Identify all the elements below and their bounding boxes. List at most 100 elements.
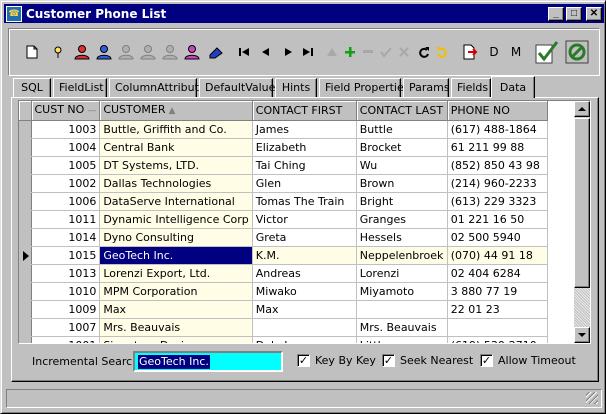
d-button[interactable]: D (485, 43, 503, 61)
cell-contact-last[interactable]: Little (356, 336, 448, 343)
column-header-contact-last[interactable]: CONTACT LAST (356, 101, 448, 121)
table-row[interactable]: 1003 Buttle, Griffith and Co. James Buttle(… (19, 120, 548, 139)
cell-contact-first[interactable]: Elizabeth (252, 138, 357, 157)
cell-contact-last[interactable]: Hessels (356, 228, 448, 247)
table-row[interactable]: 1006 DataServe International Tomas The Tra… (19, 192, 548, 211)
cell-contact-last[interactable]: Miyamoto (356, 282, 448, 301)
row-indicator[interactable] (19, 138, 32, 157)
cell-cust-no[interactable]: 1013 (31, 264, 101, 283)
cell-contact-first[interactable]: Glen (252, 174, 357, 193)
table-row[interactable]: 1014 Dyno Consulting Greta Hessels 02 500 59… (19, 228, 548, 247)
tab-fields[interactable]: Fields (451, 78, 491, 97)
undo-icon[interactable] (433, 43, 451, 61)
cell-cust-no[interactable]: 1010 (31, 282, 101, 301)
tab-sql[interactable]: SQL (13, 78, 51, 97)
cell-cust-no[interactable]: 1004 (31, 138, 101, 157)
cell-phone-no[interactable]: (070) 44 91 18 (447, 246, 548, 265)
cell-phone-no[interactable]: (214) 960-2233 (447, 174, 548, 193)
new-icon[interactable] (23, 43, 41, 61)
cell-contact-last[interactable]: Bright (356, 192, 448, 211)
vertical-scrollbar[interactable] (574, 101, 590, 343)
cell-contact-first[interactable]: James (252, 120, 357, 139)
allow-timeout-checkbox[interactable]: ✓ Allow Timeout (480, 354, 576, 367)
next-icon[interactable] (279, 43, 297, 61)
cell-contact-last[interactable]: Mrs. Beauvais (356, 318, 448, 337)
find-icon[interactable] (49, 43, 67, 61)
row-indicator[interactable] (19, 210, 32, 229)
cell-contact-last[interactable]: Brown (356, 174, 448, 193)
table-row[interactable]: 1015 GeoTech Inc. K.M. Neppelenbroek (070) 4… (19, 246, 548, 265)
cell-phone-no[interactable]: 3 880 77 19 (447, 282, 548, 301)
cell-phone-no[interactable] (447, 318, 548, 337)
table-row[interactable]: 1004 Central Bank Elizabeth Brocket 61 211 9… (19, 138, 548, 157)
table-row[interactable]: 1011 Dynamic Intelligence Corp Victor Grang… (19, 210, 548, 229)
minimize-button[interactable]: _ (548, 6, 564, 21)
tab-columnattributes[interactable]: ColumnAttributes (109, 78, 211, 97)
scroll-up-button[interactable] (574, 101, 590, 117)
stop-icon[interactable] (563, 38, 591, 66)
cell-customer[interactable]: Max (99, 300, 253, 319)
delete-icon[interactable] (359, 43, 377, 61)
cell-customer[interactable]: Signature Design (99, 336, 253, 343)
clear-icon[interactable] (207, 43, 225, 61)
cell-customer[interactable]: DataServe International (99, 192, 253, 211)
users-gray2-icon[interactable] (139, 43, 157, 61)
title-bar[interactable]: ☎ Customer Phone List _ □ ✕ (4, 4, 604, 23)
cell-contact-first[interactable]: K.M. (252, 246, 357, 265)
row-indicator[interactable] (19, 174, 32, 193)
tab-defaultvalues[interactable]: DefaultValues (199, 78, 281, 97)
cell-contact-first[interactable]: Greta (252, 228, 357, 247)
cell-customer[interactable]: GeoTech Inc. (99, 246, 253, 265)
cell-phone-no[interactable]: (852) 850 43 98 (447, 156, 548, 175)
cell-customer[interactable]: Dyno Consulting (99, 228, 253, 247)
cell-contact-first[interactable]: Tomas The Train (252, 192, 357, 211)
insert-icon[interactable] (323, 43, 341, 61)
table-row[interactable]: 1013 Lorenzi Export, Ltd. Andreas Lorenzi 02… (19, 264, 548, 283)
cell-contact-last[interactable]: Granges (356, 210, 448, 229)
cell-cust-no[interactable]: 1015 (31, 246, 101, 265)
cell-contact-last[interactable]: Wu (356, 156, 448, 175)
resize-grip-icon[interactable] (586, 392, 598, 404)
row-indicator[interactable] (19, 120, 32, 139)
cell-cust-no[interactable]: 1007 (31, 318, 101, 337)
cell-cust-no[interactable]: 1003 (31, 120, 101, 139)
cell-customer[interactable]: Mrs. Beauvais (99, 318, 253, 337)
tab-params[interactable]: Params (403, 78, 450, 97)
last-icon[interactable] (299, 43, 317, 61)
cell-cust-no[interactable]: 1002 (31, 174, 101, 193)
table-row[interactable]: 1005 DT Systems, LTD. Tai Ching Wu (852) 850… (19, 156, 548, 175)
row-indicator[interactable] (19, 318, 32, 337)
cell-cust-no[interactable]: 1014 (31, 228, 101, 247)
row-indicator[interactable] (19, 336, 32, 343)
tab-hints[interactable]: Hints (275, 78, 317, 97)
tab-fieldlist[interactable]: FieldList (53, 78, 107, 97)
cell-customer[interactable]: Dynamic Intelligence Corp (99, 210, 253, 229)
cell-customer[interactable]: MPM Corporation (99, 282, 253, 301)
column-header-phone-no[interactable]: PHONE NO (447, 101, 548, 121)
cell-customer[interactable]: Lorenzi Export, Ltd. (99, 264, 253, 283)
check-icon[interactable] (533, 38, 561, 66)
cell-phone-no[interactable]: 01 221 16 50 (447, 210, 548, 229)
close-button[interactable]: ✕ (586, 6, 602, 21)
row-indicator[interactable] (19, 300, 32, 319)
key-by-key-checkbox[interactable]: ✓ Key By Key (297, 354, 376, 367)
cell-contact-last[interactable]: Buttle (356, 120, 448, 139)
cell-phone-no[interactable]: 02 500 5940 (447, 228, 548, 247)
row-indicator[interactable] (19, 282, 32, 301)
row-indicator[interactable] (19, 228, 32, 247)
table-row[interactable]: 1001Signature DesignDale JasonLittle(619… (19, 336, 548, 343)
refresh-icon[interactable] (415, 43, 433, 61)
cell-contact-first[interactable]: Tai Ching (252, 156, 357, 175)
cell-cust-no[interactable]: 1011 (31, 210, 101, 229)
cell-contact-first[interactable]: Andreas (252, 264, 357, 283)
cell-contact-first[interactable]: Max (252, 300, 357, 319)
cell-contact-last[interactable]: Neppelenbroek (356, 246, 448, 265)
cell-phone-no[interactable]: (617) 488-1864 (447, 120, 548, 139)
users-red-icon[interactable] (73, 43, 91, 61)
table-row[interactable]: 1002 Dallas Technologies Glen Brown (214) 96… (19, 174, 548, 193)
table-row[interactable]: 1007 Mrs. Beauvais Mrs. Beauvais (19, 318, 548, 337)
cell-phone-no[interactable]: (619) 530-2710 (447, 336, 548, 343)
cell-contact-first[interactable]: Victor (252, 210, 357, 229)
cell-phone-no[interactable]: 02 404 6284 (447, 264, 548, 283)
m-button[interactable]: M (507, 43, 525, 61)
